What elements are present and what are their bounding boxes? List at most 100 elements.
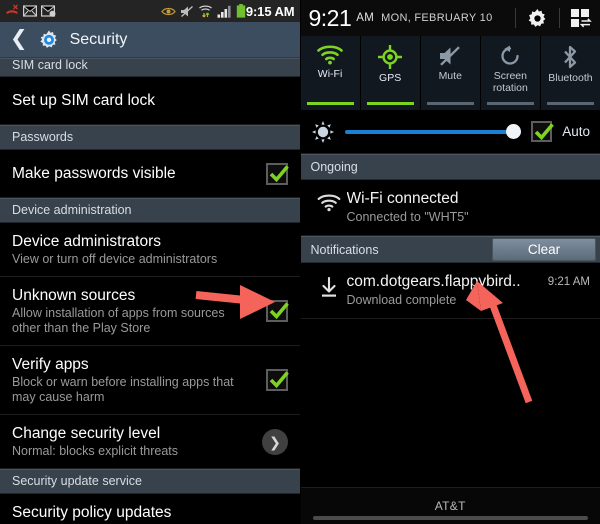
chevron-right-icon[interactable]: ❯: [261, 428, 288, 455]
wifi-transfer-icon: [198, 4, 213, 18]
auto-brightness-label: Auto: [562, 124, 590, 139]
notification-shade-header: 9:21 AM MON, FEBRUARY 10: [300, 0, 600, 36]
right-phone-screen: 9:21 AM MON, FEBRUARY 10 Wi-Fi GPS Mute …: [299, 0, 600, 524]
quick-toggle-screen-rotation[interactable]: Screen rotation: [481, 36, 541, 110]
quick-toggle-gps[interactable]: GPS: [361, 36, 421, 110]
section-header-passwords: Passwords: [0, 125, 300, 150]
two-phone-screenshot: 9:15 AM ❮ Security SIM card lock Set up …: [0, 0, 600, 524]
signal-bars-icon: [217, 5, 232, 18]
section-header-sim-card-lock: SIM card lock: [0, 58, 300, 77]
item-title: Make passwords visible: [12, 165, 176, 182]
shade-date: MON, FEBRUARY 10: [381, 12, 493, 24]
quick-toggle-bluetooth[interactable]: Bluetooth: [541, 36, 600, 110]
section-header-ongoing: Ongoing: [300, 154, 600, 180]
quick-toggle-state-bar: [306, 102, 354, 105]
item-title: Verify apps: [12, 356, 89, 373]
missed-call-icon: [5, 4, 19, 18]
item-title: Set up SIM card lock: [12, 92, 156, 109]
brightness-sun-icon: [311, 120, 335, 144]
shade-footer: AT&T: [300, 487, 600, 524]
item-subtitle: Allow installation of apps from sources …: [12, 306, 225, 335]
email-badge-icon: [41, 5, 56, 17]
download-icon: [311, 272, 347, 299]
section-header-device-administration: Device administration: [0, 198, 300, 223]
list-item-unknown-sources[interactable]: Unknown sources Allow installation of ap…: [0, 277, 300, 346]
list-item-set-up-sim-card-lock[interactable]: Set up SIM card lock: [0, 77, 300, 125]
smart-stay-eye-icon: [161, 6, 176, 17]
back-chevron-icon[interactable]: ❮: [10, 28, 28, 49]
divider: [515, 8, 516, 28]
quick-toggle-state-bar: [486, 102, 534, 105]
divider: [559, 8, 560, 28]
quick-toggle-label: Bluetooth: [548, 72, 593, 84]
notification-subtitle: Download complete: [346, 293, 457, 307]
checkbox-auto-brightness[interactable]: [531, 121, 555, 142]
quick-toggle-mute[interactable]: Mute: [421, 36, 481, 110]
slider-track: [344, 129, 522, 134]
status-icons-left: [5, 4, 56, 18]
wifi-icon: [317, 45, 343, 65]
item-title: Change security level: [12, 425, 161, 442]
item-title: Unknown sources: [12, 287, 136, 304]
list-item-device-administrators[interactable]: Device administrators View or turn off d…: [0, 223, 300, 277]
left-phone-screen: 9:15 AM ❮ Security SIM card lock Set up …: [0, 0, 300, 524]
security-settings-list: SIM card lock Set up SIM card lock Passw…: [0, 58, 300, 524]
quick-toggle-label: Wi-Fi: [317, 68, 343, 80]
list-item-verify-apps[interactable]: Verify apps Block or warn before install…: [0, 346, 300, 415]
status-icons-right: [161, 4, 246, 18]
mute-speaker-icon: [438, 45, 462, 67]
quick-settings-grid-icon[interactable]: [571, 8, 592, 28]
notification-subtitle: Connected to "WHT5": [346, 210, 469, 224]
item-subtitle: Normal: blocks explicit threats: [12, 444, 179, 458]
section-header-security-update-service: Security update service: [0, 469, 300, 494]
page-title: Security: [69, 30, 128, 48]
brightness-slider[interactable]: [344, 123, 522, 141]
left-status-bar: 9:15 AM: [0, 0, 300, 22]
gear-icon[interactable]: [527, 8, 548, 29]
wifi-icon: [311, 189, 347, 212]
checkbox-unknown-sources[interactable]: [265, 300, 289, 322]
list-item-make-passwords-visible[interactable]: Make passwords visible: [0, 150, 300, 198]
shade-clock: 9:21: [308, 4, 352, 31]
item-title: Security policy updates: [12, 504, 172, 521]
section-header-notifications: Notifications Clear: [300, 236, 600, 263]
item-subtitle: View or turn off device administrators: [12, 252, 218, 266]
checkbox-make-passwords-visible[interactable]: [265, 162, 289, 185]
notifications-label: Notifications: [310, 242, 379, 257]
notification-time: 9:21 AM: [547, 276, 590, 288]
shade-drag-handle[interactable]: [312, 516, 588, 520]
slider-knob[interactable]: [506, 124, 522, 139]
quick-settings-row: Wi-Fi GPS Mute Screen rotation Bluetooth: [300, 36, 600, 110]
gps-crosshair-icon: [377, 44, 403, 70]
settings-gear-icon: [38, 29, 60, 51]
bluetooth-icon: [561, 45, 579, 69]
notification-download-complete[interactable]: com.dotgears.flappybird.. Download compl…: [300, 263, 600, 319]
status-clock: 9:15 AM: [245, 3, 295, 19]
shade-ampm: AM: [356, 12, 375, 24]
notification-empty-area: [300, 319, 600, 495]
item-title: Device administrators: [12, 233, 162, 250]
ongoing-label: Ongoing: [310, 160, 358, 174]
screen-rotation-icon: [499, 45, 521, 67]
quick-toggle-wifi[interactable]: Wi-Fi: [301, 36, 361, 110]
quick-toggle-state-bar: [426, 102, 474, 105]
quick-toggle-label: Screen rotation: [492, 70, 528, 94]
item-subtitle: Block or warn before installing apps tha…: [12, 375, 234, 404]
carrier-label: AT&T: [434, 499, 466, 513]
quick-toggle-state-bar: [366, 102, 414, 105]
mute-icon: [180, 5, 194, 18]
notification-wifi-connected[interactable]: Wi-Fi connected Connected to "WHT5": [300, 180, 600, 236]
quick-toggle-state-bar: [546, 102, 594, 105]
notification-title: com.dotgears.flappybird..: [346, 273, 521, 290]
notification-title: Wi-Fi connected: [346, 190, 459, 207]
email-icon: [23, 5, 38, 17]
brightness-row: Auto: [300, 110, 600, 154]
quick-toggle-label: Mute: [438, 70, 462, 82]
list-item-change-security-level[interactable]: Change security level Normal: blocks exp…: [0, 415, 300, 469]
battery-icon: [236, 4, 246, 18]
checkbox-verify-apps[interactable]: [265, 369, 289, 391]
left-action-bar: ❮ Security: [0, 22, 300, 58]
clear-notifications-button[interactable]: Clear: [492, 238, 596, 261]
quick-toggle-label: GPS: [379, 72, 402, 84]
list-item-security-policy-updates[interactable]: Security policy updates Automatically ch…: [0, 494, 300, 524]
